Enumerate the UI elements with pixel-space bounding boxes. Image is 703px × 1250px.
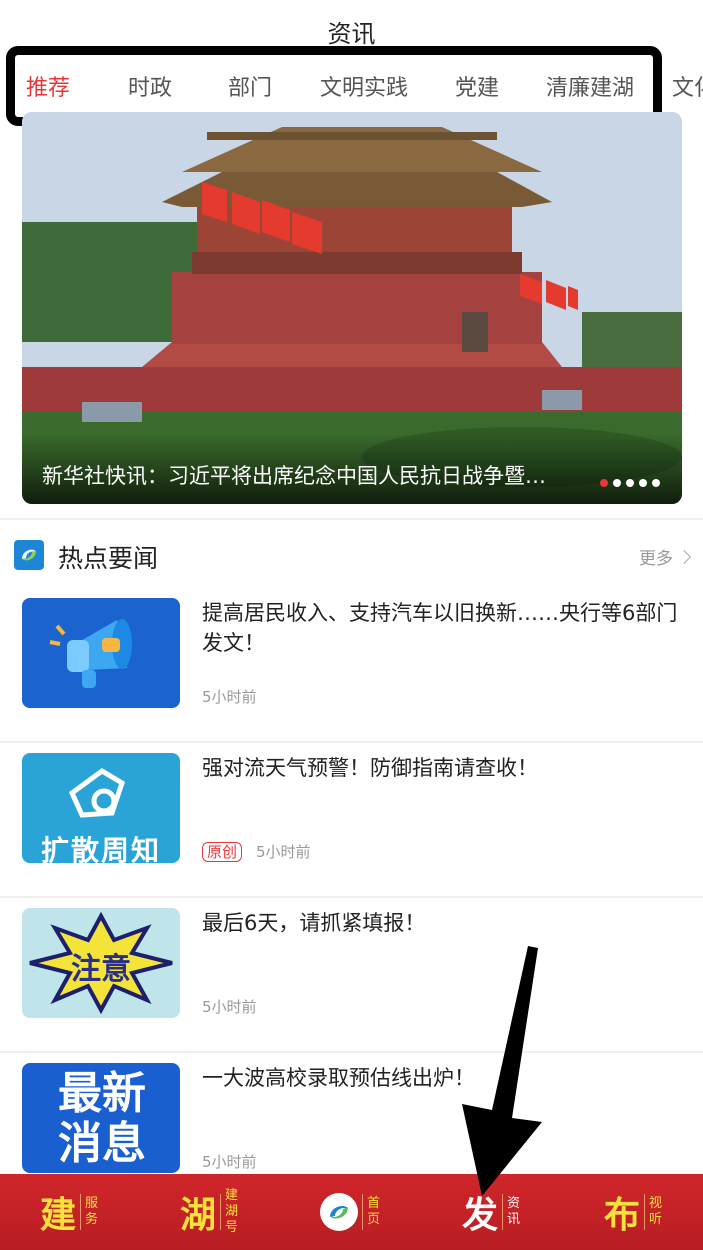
original-badge: 原创 [202,841,243,862]
carousel-dot-active [600,479,608,487]
megaphone-icon [22,598,180,708]
news-thumbnail [22,598,180,708]
more-link[interactable]: 更多 [639,544,692,569]
nav-label: 视听 [649,1196,663,1227]
nav-item-service[interactable]: 建 服务 [40,1174,99,1250]
nav-label: 建湖号 [225,1188,239,1235]
nav-item-news[interactable]: 发 资讯 [462,1174,521,1250]
news-time: 5小时前 [202,998,257,1016]
news-title: 强对流天气预警！防御指南请查收！ [202,756,538,780]
news-item[interactable]: 注意 最后6天，请抓紧填报！ 5小时前 [0,898,703,1053]
category-tabs[interactable]: 推荐 时政 部门 文明实践 党建 清廉建湖 文化 [0,58,703,114]
divider [0,518,703,520]
carousel-dot [626,479,634,487]
carousel-dot [613,479,621,487]
news-thumbnail: 注意 [22,908,180,1018]
news-time: 5小时前 [256,843,311,861]
news-time: 5小时前 [202,1153,257,1171]
thumbnail-text: 扩散周知 [40,834,161,863]
news-title: 提高居民收入、支持汽车以旧换新……央行等6部门发文！ [202,601,678,655]
section-logo-icon [14,540,44,570]
nav-item-audiovisual[interactable]: 布 视听 [604,1174,663,1250]
banner-carousel[interactable]: 新华社快讯：习近平将出席纪念中国人民抗日战争暨… [22,112,682,504]
bottom-nav: 建 服务 湖 建湖号 首页 发 资讯 布 视听 [0,1174,703,1250]
nav-item-jianhu-account[interactable]: 湖 建湖号 [180,1174,239,1250]
banner-caption[interactable]: 新华社快讯：习近平将出席纪念中国人民抗日战争暨… [42,460,582,490]
tab-departments[interactable]: 部门 [228,70,272,102]
section-title: 热点要闻 [58,544,159,573]
nav-big-char: 布 [604,1194,641,1236]
tab-party-building[interactable]: 党建 [455,70,499,102]
nav-big-char: 湖 [180,1194,217,1236]
news-thumbnail: 扩散周知 [22,753,180,863]
nav-label: 资讯 [507,1196,521,1227]
thumbnail-text: 注意 [71,952,131,987]
thumbnail-text: 最新消息 [58,1068,146,1169]
home-logo-icon [320,1193,358,1231]
tab-clean-jianhu[interactable]: 清廉建湖 [546,70,634,102]
tab-civilization-practice[interactable]: 文明实践 [320,70,408,102]
hot-news-header: 热点要闻 更多 [0,530,703,580]
nav-big-char: 建 [40,1194,77,1236]
nav-label: 首页 [367,1196,381,1227]
nav-label: 服务 [85,1196,99,1227]
news-thumbnail: 最新消息 [22,1063,180,1173]
news-title: 最后6天，请抓紧填报！ [202,911,426,935]
tab-politics[interactable]: 时政 [128,70,172,102]
news-item[interactable]: 扩散周知 强对流天气预警！防御指南请查收！ 原创 5小时前 [0,743,703,898]
carousel-dot [652,479,660,487]
page-title: 资讯 [327,20,376,48]
carousel-dot [639,479,647,487]
more-label: 更多 [639,549,673,569]
chevron-right-icon [676,549,692,564]
carousel-indicator [600,479,660,487]
nav-big-char: 发 [462,1194,499,1236]
tab-culture[interactable]: 文化 [672,70,703,102]
news-title: 一大波高校录取预估线出炉！ [202,1066,475,1090]
nav-item-home[interactable]: 首页 [320,1174,381,1250]
news-time: 5小时前 [202,688,257,706]
tab-recommend[interactable]: 推荐 [26,70,70,102]
news-item[interactable]: 提高居民收入、支持汽车以旧换新……央行等6部门发文！ 5小时前 [0,588,703,743]
